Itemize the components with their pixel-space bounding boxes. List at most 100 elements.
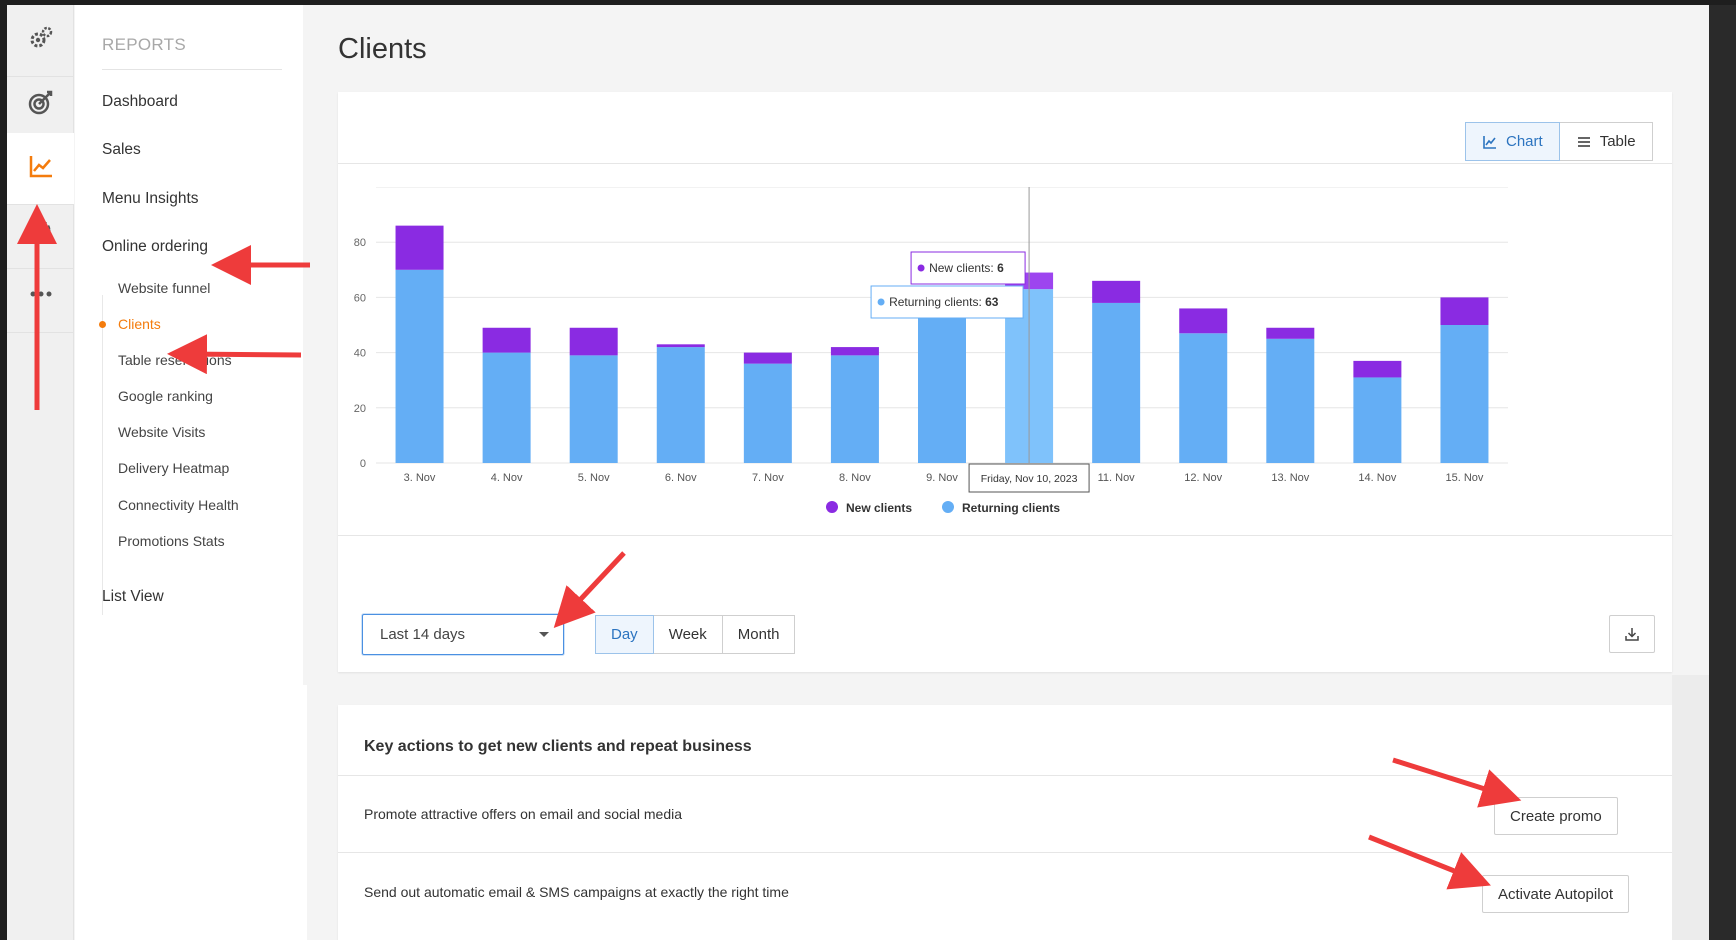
legend-returning-clients-label: Returning clients	[962, 501, 1060, 515]
chart-tooltip-layer: Friday, Nov 10, 2023 New clients: 6 Return…	[870, 187, 1090, 493]
tooltip-returning-value: 63	[985, 295, 999, 309]
sidebar-item-online-ordering[interactable]: Online ordering	[102, 238, 208, 256]
sidebar-subitem-website-funnel[interactable]: Website funnel	[118, 280, 210, 296]
y-tick-label: 20	[354, 403, 366, 415]
page-title: Clients	[338, 33, 427, 65]
key-actions-title: Key actions to get new clients and repea…	[364, 738, 752, 755]
reports-sidebar: REPORTS Dashboard Sales Menu Insights On…	[75, 5, 303, 685]
x-tick-label: 14. Nov	[1358, 472, 1396, 484]
x-tick-label: 6. Nov	[665, 472, 697, 484]
sidebar-subitem-google-ranking[interactable]: Google ranking	[118, 388, 213, 404]
chart-icon	[1483, 135, 1496, 149]
period-toggle: Day Week Month	[595, 615, 796, 654]
sidebar-item-list-view[interactable]: List View	[102, 588, 164, 606]
bar-new-clients	[1092, 280, 1141, 303]
bar-new-clients	[1179, 308, 1228, 334]
bar-returning-clients	[1179, 333, 1228, 463]
line-chart-icon	[27, 152, 55, 185]
target-icon	[27, 88, 55, 121]
period-day-button[interactable]: Day	[595, 615, 654, 654]
bar-returning-clients	[1266, 338, 1315, 463]
sidebar-item-menu-insights[interactable]: Menu Insights	[102, 190, 199, 208]
background-strip	[1672, 675, 1709, 940]
x-tick-label: 5. Nov	[578, 472, 610, 484]
tooltip-new-dot	[917, 264, 925, 272]
date-range-select[interactable]: Last 14 days	[362, 614, 564, 655]
tooltip-new-label: New clients: 6	[929, 261, 1004, 275]
x-tick-label: 13. Nov	[1271, 472, 1309, 484]
window-edge	[1709, 5, 1736, 940]
sidebar-subitem-clients[interactable]: Clients	[118, 316, 161, 332]
rail-more[interactable]	[7, 261, 74, 333]
bar-new-clients	[743, 352, 792, 364]
rail-settings-gear[interactable]	[7, 197, 74, 269]
download-icon	[1625, 628, 1639, 641]
chart-footer-divider	[338, 535, 1672, 536]
more-icon	[27, 280, 55, 313]
period-week-button[interactable]: Week	[653, 615, 723, 654]
sidebar-divider	[102, 69, 282, 70]
period-month-button[interactable]: Month	[722, 615, 796, 654]
tooltip-new-value: 6	[997, 261, 1004, 275]
clients-bar-chart: 0 20 40 60 80 3. Nov 4. Nov 5. Nov 6. Nov 7. Nov…	[354, 187, 1508, 515]
x-axis-ticks: 3. Nov 4. Nov 5. Nov 6. Nov 7. Nov 8. Nov 9. N…	[404, 472, 1484, 484]
key-actions-card: Key actions to get new clients and repea…	[338, 705, 1672, 940]
rail-marketing[interactable]	[7, 69, 74, 141]
x-tick-label: 9. Nov	[926, 472, 958, 484]
bar-new-clients	[482, 327, 531, 353]
rail-reports[interactable]	[7, 133, 74, 205]
y-axis-ticks: 0 20 40 60 80	[354, 237, 366, 470]
tooltip-returning-dot	[877, 298, 885, 306]
action-text-autopilot: Send out automatic email & SMS campaigns…	[364, 884, 789, 900]
table-icon	[1577, 136, 1590, 147]
tooltip-returning-label: Returning clients: 63	[889, 295, 999, 309]
actions-divider-1	[338, 775, 1672, 776]
bar-returning-clients	[656, 347, 705, 463]
activate-autopilot-button[interactable]: Activate Autopilot	[1482, 875, 1630, 913]
tooltip-returning-clients: Returning clients: 63	[870, 285, 1024, 319]
bar-returning-clients	[830, 355, 879, 463]
bar-new-clients	[1440, 297, 1489, 325]
chart-view-button[interactable]: Chart	[1465, 122, 1560, 161]
sidebar-subitem-website-visits[interactable]: Website Visits	[118, 424, 205, 440]
bar-new-clients	[830, 347, 879, 356]
rail-settings[interactable]	[7, 5, 74, 77]
chart-legend: New clients Returning clients	[826, 501, 1060, 515]
sidebar-subitem-connectivity-health[interactable]: Connectivity Health	[118, 497, 239, 513]
submenu-rail	[102, 295, 103, 615]
table-view-button[interactable]: Table	[1559, 122, 1653, 161]
bar-returning-clients	[395, 269, 444, 463]
icon-rail	[7, 5, 74, 940]
gear-icon	[27, 216, 55, 249]
sidebar-subitem-delivery-heatmap[interactable]: Delivery Heatmap	[118, 460, 229, 476]
sidebar-subitem-table-reservations[interactable]: Table reservations	[118, 352, 232, 368]
date-range-value: Last 14 days	[380, 626, 466, 643]
sidebar-subitem-promotions-stats[interactable]: Promotions Stats	[118, 533, 225, 549]
gears-icon	[27, 24, 55, 57]
x-tick-label: 12. Nov	[1184, 472, 1222, 484]
bar-returning-clients	[482, 352, 531, 463]
x-tick-label: 3. Nov	[404, 472, 436, 484]
bar-new-clients	[656, 344, 705, 348]
bar-new-clients	[1266, 327, 1315, 339]
x-tick-label: 4. Nov	[491, 472, 523, 484]
x-tick-label: 8. Nov	[839, 472, 871, 484]
x-tick-label: 7. Nov	[752, 472, 784, 484]
caret-down-icon	[539, 632, 549, 637]
bar-returning-clients	[1440, 325, 1489, 463]
bar-returning-clients	[1353, 377, 1402, 463]
chart-view-label: Chart	[1506, 133, 1543, 150]
bar-returning-clients	[743, 363, 792, 463]
legend-returning-clients-dot	[942, 501, 954, 513]
chart-card: Chart Table 0 20 40 60 80 3. Nov 4. Nov 5. Nov…	[338, 92, 1672, 672]
download-button[interactable]	[1609, 615, 1655, 653]
y-tick-label: 0	[360, 458, 366, 470]
x-tick-label: 15. Nov	[1446, 472, 1484, 484]
legend-new-clients-dot	[826, 501, 838, 513]
sidebar-item-sales[interactable]: Sales	[102, 141, 141, 159]
sidebar-item-dashboard[interactable]: Dashboard	[102, 93, 178, 111]
y-tick-label: 60	[354, 292, 366, 304]
create-promo-button[interactable]: Create promo	[1494, 797, 1618, 835]
y-tick-label: 40	[354, 348, 366, 360]
date-tooltip-label: Friday, Nov 10, 2023	[981, 473, 1078, 485]
